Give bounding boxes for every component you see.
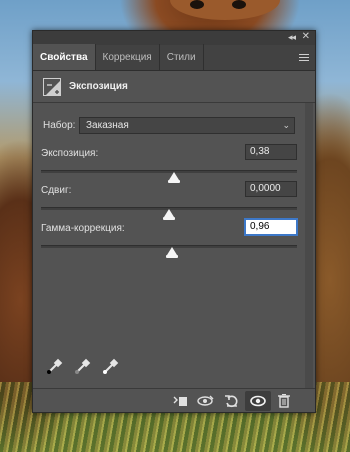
trash-icon[interactable] [271,391,297,411]
panel-title: Экспозиция [69,81,128,92]
black-point-eyedropper-icon[interactable] [45,358,63,376]
eyedropper-group [45,358,119,376]
offset-slider-thumb[interactable] [163,209,175,220]
properties-panel: ◂◂ ✕ Свойства Коррекция Стили Экспозиция… [32,30,316,413]
panel-content: Набор: Заказная ⌄ Экспозиция: 0,38 Сдвиг… [33,103,315,403]
tab-bar: Свойства Коррекция Стили [33,44,315,71]
preset-dropdown[interactable]: Заказная ⌄ [79,117,295,134]
panel-scrollbar[interactable] [305,103,313,388]
gray-point-eyedropper-icon[interactable] [73,358,91,376]
gamma-slider-thumb[interactable] [165,247,178,258]
panel-footer [33,388,315,412]
dog-head [170,0,280,20]
exposure-icon [43,77,61,96]
panel-titlebar[interactable]: ◂◂ ✕ [33,31,315,45]
tab-properties[interactable]: Свойства [33,44,96,70]
chevron-down-icon: ⌄ [282,120,290,130]
offset-value-input[interactable]: 0,0000 [245,181,297,197]
gamma-value-input[interactable]: 0,96 [245,219,297,235]
white-point-eyedropper-icon[interactable] [101,358,119,376]
collapse-icon[interactable]: ◂◂ [288,32,296,43]
preset-label: Набор: [43,120,76,131]
exposure-label: Экспозиция: [41,148,99,159]
offset-label: Сдвиг: [41,185,72,196]
preset-row: Набор: Заказная ⌄ [43,117,295,134]
tab-styles[interactable]: Стили [160,44,204,70]
visibility-eye-icon[interactable] [245,390,271,411]
exposure-value-input[interactable]: 0,38 [245,144,297,160]
tab-adjustments[interactable]: Коррекция [96,44,160,70]
preset-value: Заказная [86,120,129,131]
exposure-slider-thumb[interactable] [168,172,181,183]
reset-icon[interactable] [219,391,245,411]
clip-to-layer-icon[interactable] [167,391,193,411]
panel-header: Экспозиция [33,71,315,103]
view-previous-state-icon[interactable] [193,391,219,411]
dog-eye-right [232,0,246,9]
panel-menu-icon[interactable] [299,54,309,63]
dog-eye-left [190,0,204,9]
close-icon[interactable]: ✕ [302,31,310,42]
gamma-label: Гамма-коррекция: [41,223,125,234]
